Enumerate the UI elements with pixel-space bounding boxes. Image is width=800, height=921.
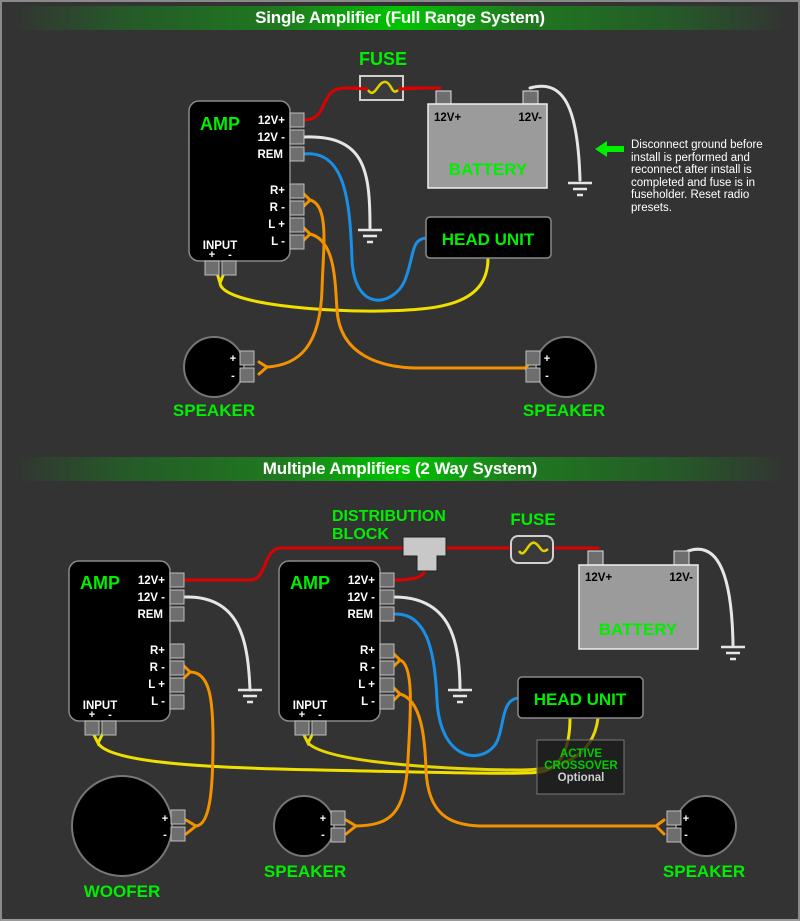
terminal-label: L - bbox=[361, 696, 375, 708]
amp-label: AMP bbox=[80, 573, 120, 593]
terminal-label: L + bbox=[268, 219, 285, 231]
ground-icon bbox=[719, 645, 747, 661]
input-pos-label: + bbox=[89, 709, 95, 721]
speaker-label: SPEAKER bbox=[663, 862, 745, 881]
terminal-label: 12V - bbox=[258, 132, 286, 144]
terminal-label: L + bbox=[358, 679, 375, 691]
input-pos-label: + bbox=[299, 709, 305, 721]
terminal-label: 12V - bbox=[348, 592, 376, 604]
speaker-neg-label: - bbox=[231, 370, 235, 382]
speaker bbox=[535, 336, 597, 398]
speaker-label: SPEAKER bbox=[523, 401, 605, 420]
input-neg-label: - bbox=[228, 249, 232, 261]
woofer-wire bbox=[182, 664, 215, 836]
battery-neg-label: 12V- bbox=[518, 112, 542, 124]
ground-icon bbox=[356, 228, 384, 244]
terminal-label: REM bbox=[137, 609, 163, 621]
terminal-label: REM bbox=[257, 149, 283, 161]
remote-wire bbox=[392, 612, 520, 758]
terminal-label: REM bbox=[347, 609, 373, 621]
speaker-neg-label: - bbox=[321, 829, 325, 841]
battery-pos-label: 12V+ bbox=[434, 112, 461, 124]
terminal-label: 12V+ bbox=[258, 115, 285, 127]
ground-icon bbox=[566, 181, 594, 197]
battery-neg-label: 12V- bbox=[669, 572, 693, 584]
amp-ground-wire bbox=[302, 135, 372, 230]
battery-label: BATTERY bbox=[599, 620, 678, 639]
terminal-label: R+ bbox=[360, 645, 375, 657]
terminal-label: 12V+ bbox=[348, 575, 375, 587]
speaker bbox=[675, 795, 737, 857]
woofer-neg-label: - bbox=[163, 829, 167, 841]
speaker-neg-label: - bbox=[545, 370, 549, 382]
terminal-label: 12V - bbox=[138, 592, 166, 604]
fuse-label: FUSE bbox=[359, 49, 407, 69]
distribution-label-1: DISTRIBUTION bbox=[332, 508, 446, 525]
speaker-pos-label: + bbox=[683, 813, 689, 825]
battery-pos-label: 12V+ bbox=[585, 572, 612, 584]
ground-disconnect-note: Disconnect ground before install is perf… bbox=[631, 139, 763, 214]
speaker-label: SPEAKER bbox=[173, 401, 255, 420]
crossover-label-1: ACTIVE bbox=[560, 748, 603, 760]
speaker-pos-label: + bbox=[230, 353, 236, 365]
input-neg-label: - bbox=[108, 709, 112, 721]
distribution-block bbox=[402, 536, 447, 572]
distribution-label-2: BLOCK bbox=[332, 526, 389, 543]
terminal-label: R - bbox=[360, 662, 376, 674]
terminal-label: R+ bbox=[150, 645, 165, 657]
head-unit-label: HEAD UNIT bbox=[534, 690, 627, 709]
crossover-optional-label: Optional bbox=[558, 772, 605, 784]
ground-icon bbox=[236, 688, 264, 704]
crossover-label-2: CROSSOVER bbox=[544, 760, 618, 772]
terminal-label: L + bbox=[148, 679, 165, 691]
speaker bbox=[183, 336, 245, 398]
speaker-pos-label: + bbox=[544, 353, 550, 365]
woofer-pos-label: + bbox=[162, 813, 168, 825]
speaker-label: SPEAKER bbox=[264, 862, 346, 881]
arrow-left-icon bbox=[595, 141, 624, 157]
rca-wire bbox=[91, 716, 572, 775]
terminal-label: R - bbox=[150, 662, 166, 674]
speaker bbox=[273, 795, 335, 857]
amp-label: AMP bbox=[200, 114, 240, 134]
amp-ground-wire bbox=[182, 595, 252, 692]
terminal-label: R - bbox=[270, 202, 286, 214]
head-unit-label: HEAD UNIT bbox=[442, 230, 535, 249]
ground-icon bbox=[446, 688, 474, 704]
input-pos-label: + bbox=[209, 249, 215, 261]
fuse-label: FUSE bbox=[510, 510, 555, 529]
speaker-neg-label: - bbox=[684, 829, 688, 841]
woofer-label: WOOFER bbox=[84, 882, 161, 901]
terminal-label: L - bbox=[151, 696, 165, 708]
speaker-pos-label: + bbox=[320, 813, 326, 825]
input-neg-label: - bbox=[318, 709, 322, 721]
terminal-label: L - bbox=[271, 236, 285, 248]
amp-ground-wire bbox=[392, 595, 462, 692]
terminal-label: 12V+ bbox=[138, 575, 165, 587]
woofer bbox=[71, 775, 173, 877]
amp-label: AMP bbox=[290, 573, 330, 593]
battery-label: BATTERY bbox=[449, 160, 528, 179]
terminal-label: R+ bbox=[270, 185, 285, 197]
